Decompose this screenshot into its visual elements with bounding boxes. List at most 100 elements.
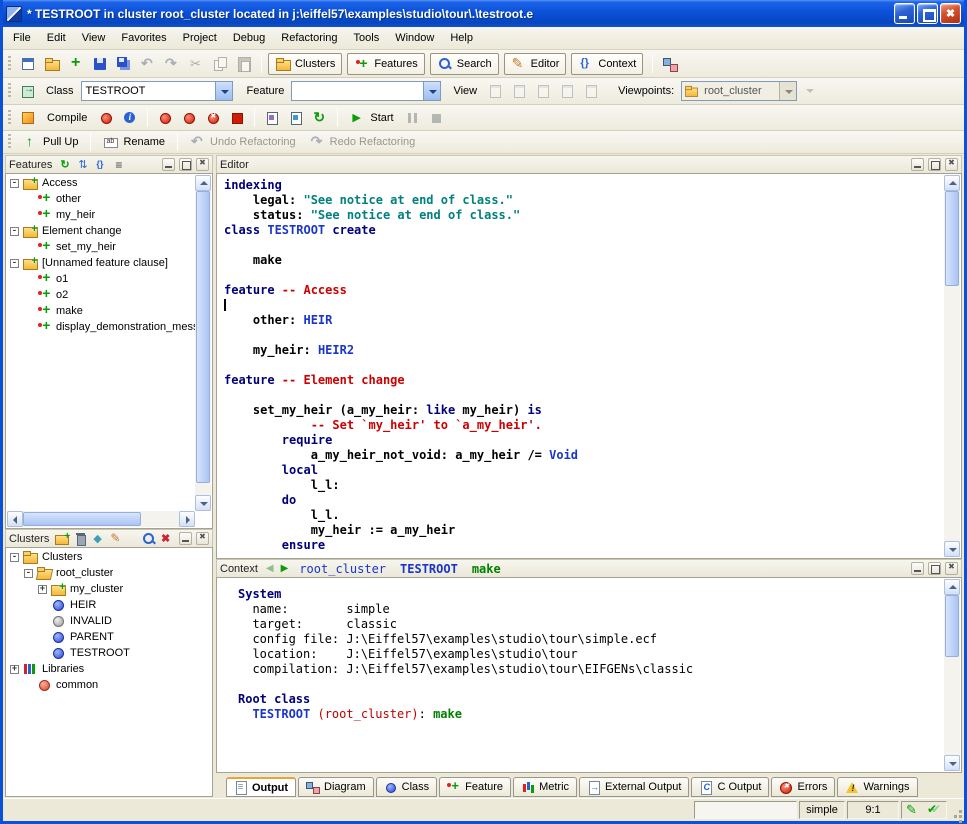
tree-item-my-cluster[interactable]: +my_cluster	[7, 581, 211, 597]
text-view-icon[interactable]	[484, 80, 506, 102]
panel-maximize-button[interactable]	[928, 562, 941, 575]
copy-icon[interactable]	[209, 53, 231, 75]
new-folder-icon[interactable]	[55, 531, 71, 546]
toolbar-grip[interactable]	[8, 134, 11, 150]
tree-item-access[interactable]: -Access	[7, 175, 195, 191]
menu-icon[interactable]	[112, 157, 128, 172]
pencil-icon[interactable]	[109, 531, 125, 546]
pull-up-button[interactable]: Pull Up	[17, 132, 84, 152]
bp-stop-icon[interactable]	[202, 107, 224, 129]
menu-tools[interactable]: Tools	[346, 29, 388, 47]
breadcrumb-testroot[interactable]: TESTROOT	[400, 562, 458, 576]
toolbar-grip[interactable]	[8, 56, 11, 72]
tab-feature[interactable]: Feature	[439, 777, 511, 797]
scroll-left-arrow[interactable]	[7, 511, 23, 527]
diagram-icon[interactable]	[659, 53, 681, 75]
tree-item-element-change[interactable]: -Element change	[7, 223, 195, 239]
menu-project[interactable]: Project	[175, 29, 225, 47]
tree-item-common[interactable]: common	[7, 677, 211, 693]
tab-output[interactable]: Output	[226, 777, 296, 797]
search-toggle-button[interactable]: Search	[430, 53, 499, 75]
feature-combobox[interactable]	[291, 81, 441, 101]
scroll-up-arrow[interactable]	[944, 175, 960, 191]
tree-item-unnamed-feature-clause[interactable]: -[Unnamed feature clause]	[7, 255, 195, 271]
panel-minimize-button[interactable]	[911, 562, 924, 575]
close-button[interactable]	[940, 3, 961, 24]
bp-clear-icon[interactable]	[226, 107, 248, 129]
melt-icon[interactable]	[17, 107, 39, 129]
panel-close-button[interactable]	[196, 158, 209, 171]
minimize-button[interactable]	[894, 3, 915, 24]
cut-icon[interactable]	[185, 53, 207, 75]
collapse-toggle[interactable]: -	[10, 259, 19, 268]
toolbar-grip[interactable]	[8, 83, 11, 99]
features-hscrollbar[interactable]	[7, 511, 195, 527]
tree-item-testroot[interactable]: TESTROOT	[7, 645, 211, 661]
stop-icon[interactable]	[426, 107, 448, 129]
tree-item-other[interactable]: other	[7, 191, 195, 207]
chevron-down-icon[interactable]	[215, 82, 232, 100]
interface-view-icon[interactable]	[580, 80, 602, 102]
tab-errors[interactable]: Errors	[771, 777, 835, 797]
rename-button[interactable]: Rename	[97, 132, 171, 152]
tree-item-invalid[interactable]: INVALID	[7, 613, 211, 629]
menu-refactoring[interactable]: Refactoring	[273, 29, 345, 47]
panel-maximize-button[interactable]	[928, 158, 941, 171]
history-forward-button[interactable]: ▶	[279, 563, 291, 574]
sort-icon[interactable]	[76, 157, 92, 172]
tree-item-parent[interactable]: PARENT	[7, 629, 211, 645]
menu-debug[interactable]: Debug	[225, 29, 273, 47]
sync-state-icon[interactable]	[926, 799, 944, 821]
toolbar-grip[interactable]	[8, 110, 11, 126]
collapse-toggle[interactable]: -	[10, 179, 19, 188]
info-icon[interactable]	[119, 107, 141, 129]
open-file-icon[interactable]	[41, 53, 63, 75]
collapse-toggle[interactable]: -	[10, 227, 19, 236]
panel-minimize-button[interactable]	[911, 158, 924, 171]
start-button[interactable]: Start	[344, 108, 399, 128]
tree-item-libraries[interactable]: +Libraries	[7, 661, 211, 677]
scroll-up-arrow[interactable]	[195, 175, 211, 191]
panel-close-button[interactable]	[945, 562, 958, 575]
menu-favorites[interactable]: Favorites	[113, 29, 174, 47]
panel-close-button[interactable]	[196, 532, 209, 545]
class-tool-icon[interactable]	[17, 80, 39, 102]
new-window-icon[interactable]	[17, 53, 39, 75]
tab-metric[interactable]: Metric	[513, 777, 577, 797]
redo-refactoring-button[interactable]: Redo Refactoring	[304, 132, 422, 152]
bp-step-icon[interactable]	[178, 107, 200, 129]
editor-toggle-button[interactable]: Editor	[504, 53, 567, 75]
viewpoint-menu-icon[interactable]	[799, 80, 821, 102]
collapse-toggle[interactable]: -	[10, 553, 19, 562]
flat-view-icon[interactable]	[532, 80, 554, 102]
breadcrumb-make[interactable]: make	[472, 562, 501, 576]
context-toggle-button[interactable]: Context	[571, 53, 643, 75]
tree-item-set-my-heir[interactable]: set_my_heir	[7, 239, 195, 255]
watch-tool-icon[interactable]	[285, 107, 307, 129]
add-icon[interactable]	[65, 53, 87, 75]
tab-external-output[interactable]: External Output	[579, 777, 689, 797]
paste-icon[interactable]	[233, 53, 255, 75]
tab-warnings[interactable]: Warnings	[837, 777, 917, 797]
diamond-icon[interactable]	[91, 531, 107, 546]
menu-edit[interactable]: Edit	[39, 29, 74, 47]
bp-run-icon[interactable]	[154, 107, 176, 129]
chevron-down-icon[interactable]	[779, 82, 796, 100]
tab-class[interactable]: Class	[376, 777, 438, 797]
menu-view[interactable]: View	[74, 29, 114, 47]
compile-button[interactable]: Compile	[41, 110, 93, 126]
features-toggle-button[interactable]: Features	[347, 53, 424, 75]
scroll-up-arrow[interactable]	[944, 579, 960, 595]
undo-refactoring-button[interactable]: Undo Refactoring	[184, 132, 302, 152]
scroll-down-arrow[interactable]	[944, 541, 960, 557]
tree-item-o2[interactable]: o2	[7, 287, 195, 303]
resize-grip[interactable]	[949, 801, 963, 819]
debug-menu-icon[interactable]	[95, 107, 117, 129]
tree-item-clusters[interactable]: -Clusters	[7, 549, 211, 565]
edit-state-icon[interactable]	[904, 799, 922, 821]
save-icon[interactable]	[89, 53, 111, 75]
pause-icon[interactable]	[402, 107, 424, 129]
tree-item-my-heir[interactable]: my_heir	[7, 207, 195, 223]
refresh-icon[interactable]	[309, 107, 331, 129]
clusters-toggle-button[interactable]: Clusters	[268, 53, 342, 75]
